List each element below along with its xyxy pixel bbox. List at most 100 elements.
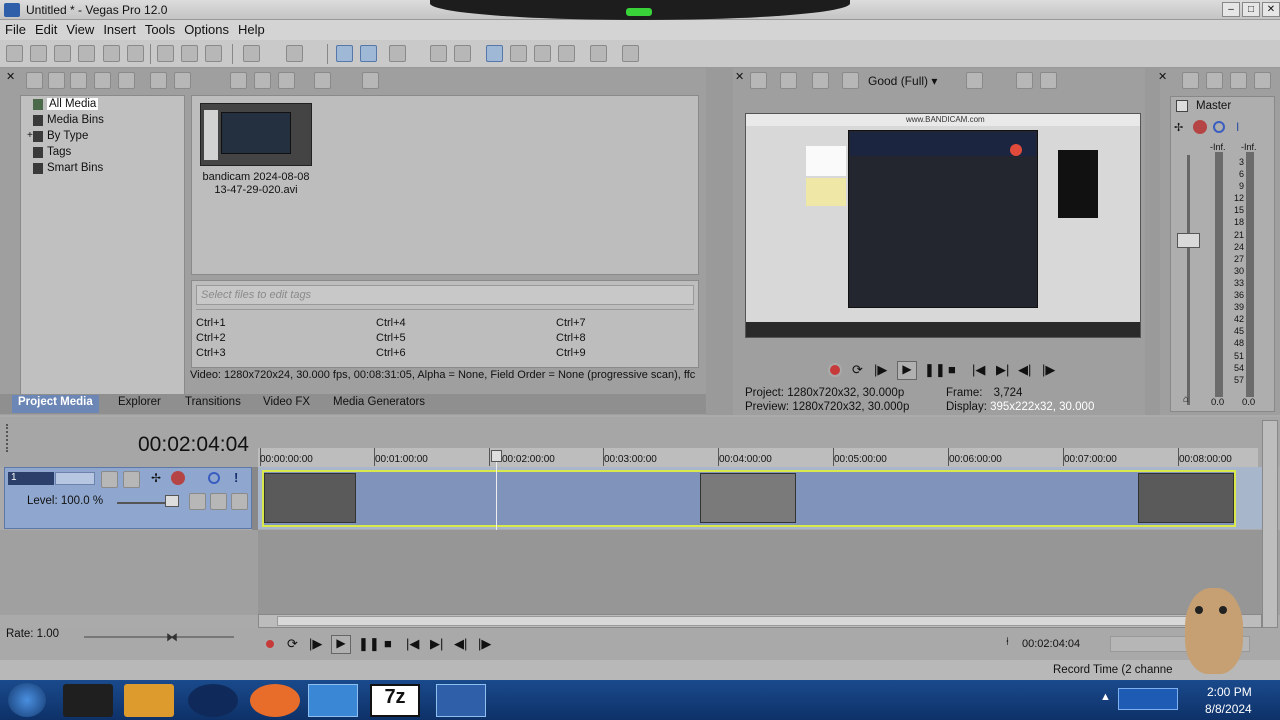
tag-shortcut-1[interactable]: Ctrl+1 <box>196 317 226 329</box>
search-icon[interactable] <box>362 72 379 89</box>
track-mute-icon[interactable] <box>208 472 220 484</box>
capture-icon[interactable] <box>48 72 65 89</box>
timeline-loop-button[interactable]: ⟳ <box>287 636 298 652</box>
timeline-go-to-start-button[interactable]: |◀ <box>406 636 419 652</box>
crossfade-icon[interactable] <box>454 45 471 62</box>
grid-overlay-icon[interactable] <box>966 72 983 89</box>
close-button[interactable]: ✕ <box>1262 2 1280 17</box>
compositing-icon[interactable]: ✢ <box>151 471 161 485</box>
timeline-play-button[interactable]: ▶ <box>331 635 351 654</box>
views-icon[interactable] <box>314 72 331 89</box>
overlays-icon[interactable] <box>842 72 859 89</box>
timeline-play-from-start-button[interactable]: |▶ <box>309 636 322 652</box>
properties-icon[interactable] <box>127 45 144 62</box>
taskbar-app-internet-explorer[interactable] <box>308 684 358 717</box>
timeline-timecode[interactable]: 00:02:04:04 <box>138 433 249 457</box>
tag-shortcut-3[interactable]: Ctrl+3 <box>196 347 226 359</box>
mute-icon[interactable] <box>1213 121 1225 133</box>
snap-icon[interactable] <box>389 45 406 62</box>
close-panel-icon[interactable]: ✕ <box>6 70 18 83</box>
media-properties-icon[interactable] <box>174 72 191 89</box>
track-name-field[interactable] <box>55 472 95 485</box>
taskbar-app-terminal[interactable] <box>63 684 113 717</box>
tag-shortcut-9[interactable]: Ctrl+9 <box>556 347 586 359</box>
redo-icon[interactable] <box>286 45 303 62</box>
tree-item-by-type[interactable]: By Type <box>33 130 88 142</box>
tray-icons[interactable] <box>1118 688 1178 710</box>
save-as-icon[interactable] <box>78 45 95 62</box>
get-media-icon[interactable] <box>70 72 87 89</box>
track-motion-icon[interactable] <box>101 471 118 488</box>
go-to-end-button[interactable]: ▶| <box>996 362 1009 378</box>
go-to-start-button[interactable]: |◀ <box>972 362 985 378</box>
pan-icon[interactable]: ✢ <box>1174 121 1183 134</box>
tab-transitions[interactable]: Transitions <box>185 396 241 412</box>
taskbar-app-globe[interactable] <box>188 684 238 717</box>
taskbar-date[interactable]: 8/8/2024 <box>1205 702 1252 716</box>
undo-icon[interactable] <box>243 45 260 62</box>
refresh-icon[interactable] <box>94 72 111 89</box>
whats-this-icon[interactable] <box>622 45 639 62</box>
timeline-stop-button[interactable]: ■ <box>384 636 392 651</box>
save-snapshot-icon[interactable] <box>1040 72 1057 89</box>
track-fx-icon[interactable] <box>123 471 140 488</box>
make-compositing-child-icon[interactable] <box>231 493 248 510</box>
expand-icon[interactable]: + <box>27 130 33 141</box>
zoom-tool-icon[interactable] <box>558 45 575 62</box>
normal-edit-tool-icon[interactable] <box>336 45 353 62</box>
make-compositing-parent-icon[interactable] <box>210 493 227 510</box>
search-media-icon[interactable] <box>118 72 135 89</box>
dim-output-icon[interactable] <box>1230 72 1247 89</box>
taskbar-app-media-player[interactable] <box>124 684 174 717</box>
play-media-icon[interactable] <box>230 72 247 89</box>
envelope-tool-icon[interactable] <box>360 45 377 62</box>
copy-snapshot-icon[interactable] <box>1016 72 1033 89</box>
timeline-vertical-scrollbar[interactable] <box>1262 420 1278 628</box>
paste-icon[interactable] <box>205 45 222 62</box>
copy-icon[interactable] <box>181 45 198 62</box>
render-icon[interactable] <box>103 45 120 62</box>
split-screen-icon[interactable] <box>812 72 829 89</box>
timeline-horizontal-scrollbar[interactable] <box>258 614 1262 628</box>
timeline-grip[interactable] <box>6 424 10 452</box>
track-solo-icon[interactable]: ! <box>234 470 238 485</box>
timeline-previous-frame-button[interactable]: ◀| <box>454 636 467 652</box>
close-preview-icon[interactable]: ✕ <box>735 70 747 83</box>
loop-playback-button[interactable]: ⟳ <box>852 362 863 378</box>
panel-splitter-2[interactable] <box>1145 68 1160 415</box>
external-monitor-icon[interactable] <box>780 72 797 89</box>
preview-quality-dropdown[interactable]: Good (Full) ▾ <box>868 74 937 88</box>
playhead-cursor[interactable] <box>496 452 497 532</box>
save-icon[interactable] <box>54 45 71 62</box>
record-button[interactable] <box>828 363 842 377</box>
menu-file[interactable]: File <box>0 20 30 37</box>
tree-item-tags[interactable]: Tags <box>33 146 71 158</box>
media-file-name[interactable]: bandicam 2024-08-08 13-47-29-020.avi <box>200 171 312 197</box>
mixer-view-icon[interactable] <box>1254 72 1271 89</box>
tag-shortcut-2[interactable]: Ctrl+2 <box>196 332 226 344</box>
menu-tools[interactable]: Tools <box>140 20 179 37</box>
close-master-icon[interactable]: ✕ <box>1158 70 1170 83</box>
media-thumbnail[interactable] <box>200 103 312 166</box>
master-fx-gear-icon[interactable] <box>1193 120 1207 134</box>
auto-preview-icon[interactable] <box>278 72 295 89</box>
auto-ripple-icon[interactable] <box>430 45 447 62</box>
menu-view[interactable]: View <box>61 20 98 37</box>
rate-slider-handle[interactable]: ⧓ <box>166 630 178 644</box>
tree-item-smart-bins[interactable]: Smart Bins <box>33 162 103 174</box>
playhead-handle[interactable] <box>491 450 502 462</box>
start-button[interactable] <box>8 683 46 717</box>
stop-button[interactable]: ■ <box>948 362 956 377</box>
master-properties-icon[interactable] <box>1182 72 1199 89</box>
empty-track-area[interactable] <box>258 530 1262 615</box>
timeline-next-frame-button[interactable]: |▶ <box>478 636 491 652</box>
timeline-ruler[interactable]: 00:00:00:00 00:01:00:00 00:02:00:00 00:0… <box>258 448 1258 468</box>
menu-options[interactable]: Options <box>179 20 233 37</box>
track-number[interactable]: 1 <box>8 472 54 485</box>
taskbar-time[interactable]: 2:00 PM <box>1207 685 1252 699</box>
menu-edit[interactable]: Edit <box>30 20 61 37</box>
taskbar-app-7zip[interactable]: 7z <box>370 684 420 717</box>
tab-video-fx[interactable]: Video FX <box>263 396 310 412</box>
timeline-go-to-end-button[interactable]: ▶| <box>430 636 443 652</box>
tab-explorer[interactable]: Explorer <box>118 396 161 412</box>
